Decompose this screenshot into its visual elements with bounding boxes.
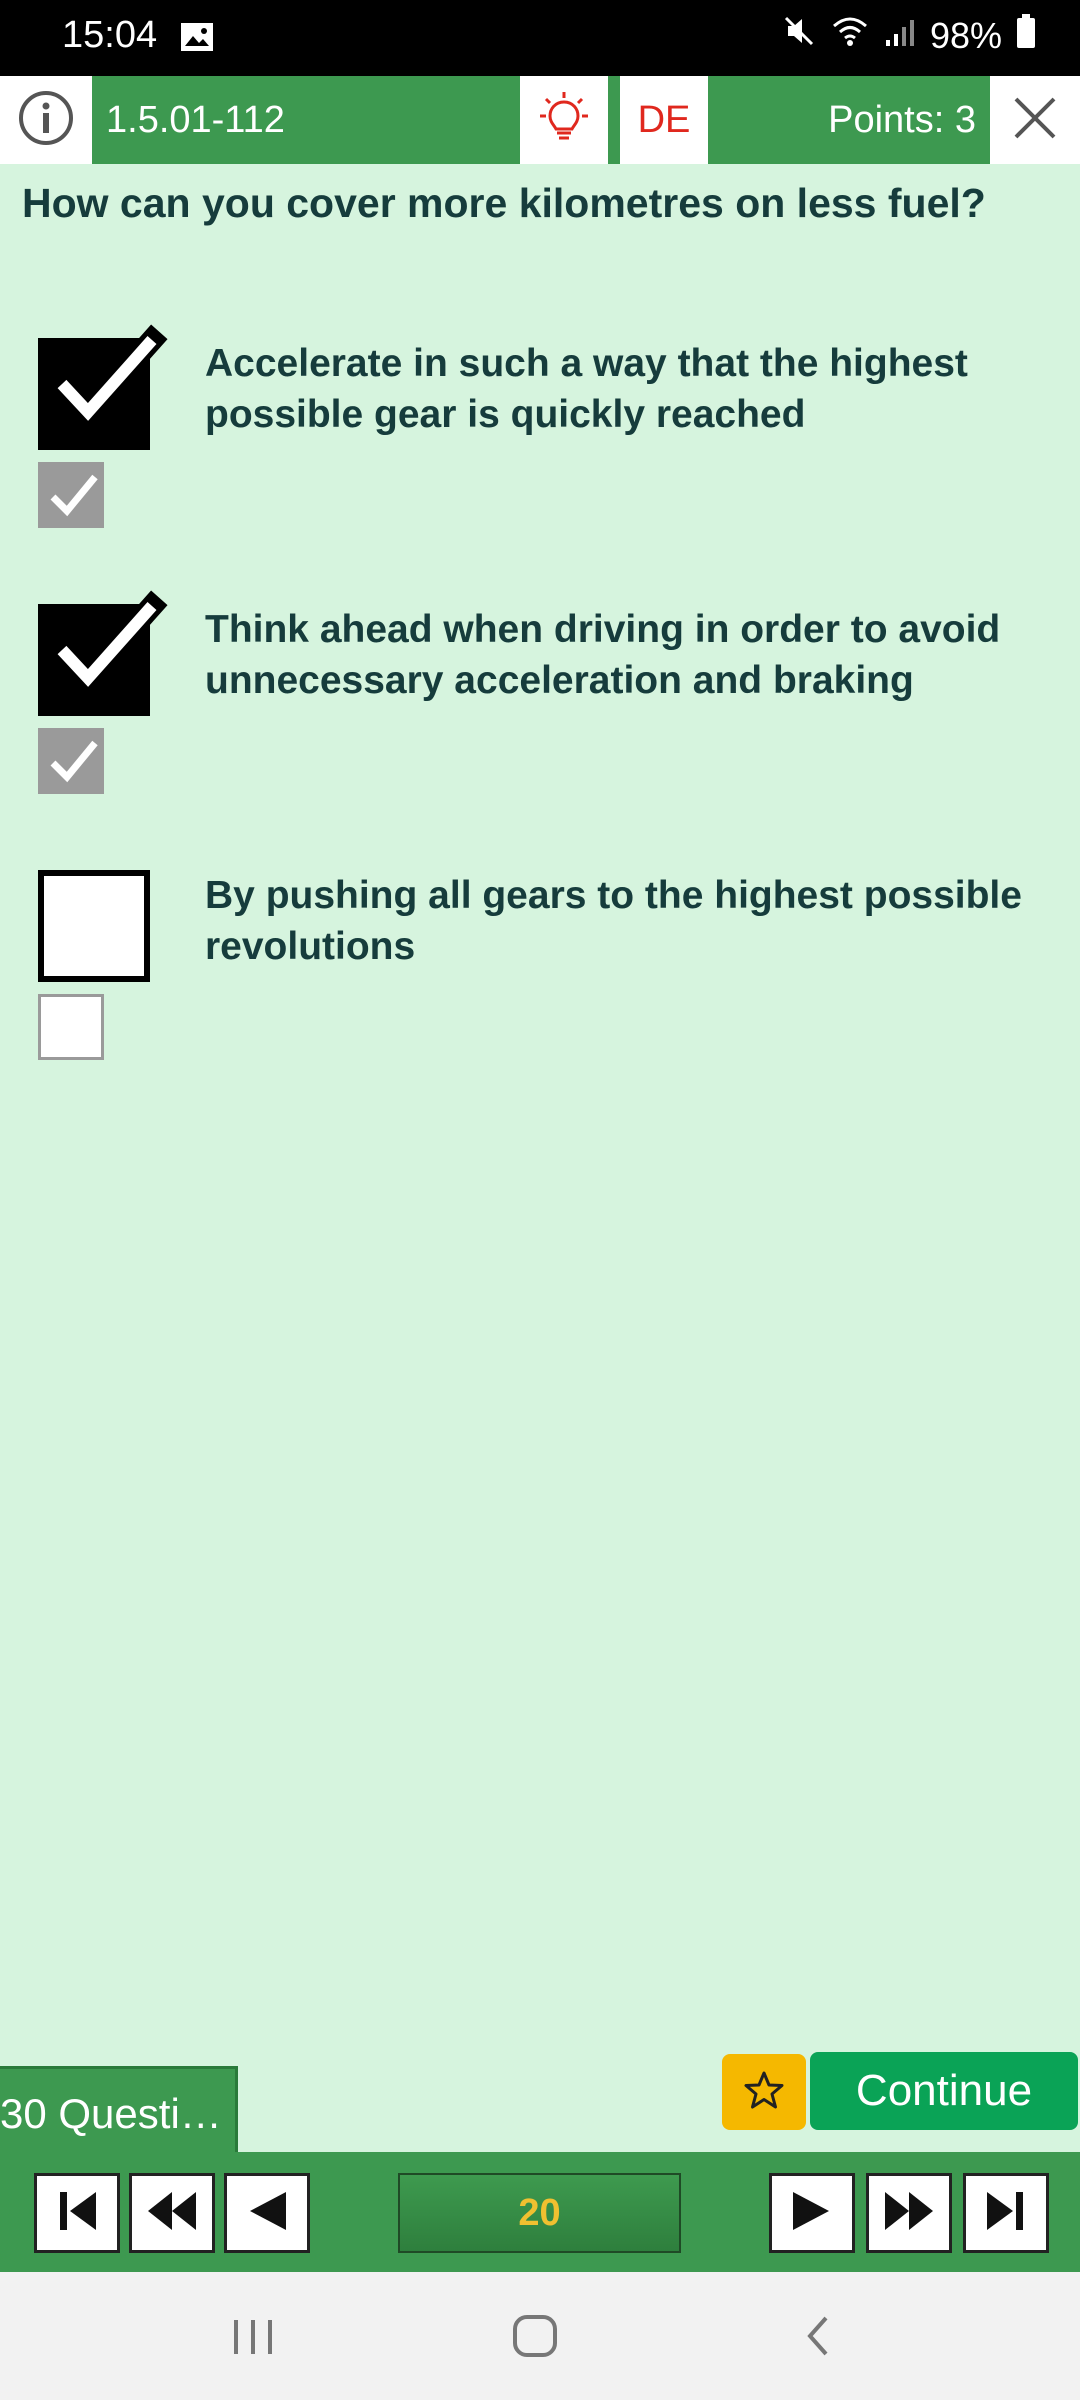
status-time: 15:04 xyxy=(62,14,158,56)
question-text: How can you cover more kilometres on les… xyxy=(22,180,986,226)
answer-checkbox[interactable] xyxy=(38,324,168,450)
current-question-number[interactable]: 20 xyxy=(398,2173,681,2253)
rewind-icon xyxy=(144,2186,200,2241)
solution-checkbox xyxy=(38,994,104,1060)
skip-to-first-icon xyxy=(52,2186,102,2241)
signal-icon xyxy=(884,15,916,57)
close-icon xyxy=(1012,95,1058,146)
answer-text: By pushing all gears to the highest poss… xyxy=(205,874,1022,968)
question-navigation: 20 xyxy=(0,2152,1080,2272)
system-navigation-bar xyxy=(0,2272,1080,2400)
info-icon xyxy=(16,88,76,153)
question-id: 1.5.01-112 xyxy=(92,76,520,164)
lightbulb-icon xyxy=(538,90,590,151)
answer-option-1[interactable]: Accelerate in such a way that the highes… xyxy=(0,324,1080,578)
battery-icon xyxy=(1016,14,1036,57)
answer-checkbox[interactable] xyxy=(38,590,168,716)
gallery-notification-icon xyxy=(180,22,214,57)
question-header: 1.5.01-112 DE Points: 3 xyxy=(0,76,1080,164)
next-question-button[interactable] xyxy=(769,2173,855,2253)
back-icon[interactable] xyxy=(798,2306,838,2371)
close-button[interactable] xyxy=(990,76,1080,164)
points-label: Points: 3 xyxy=(708,76,990,164)
recent-apps-icon[interactable] xyxy=(230,2306,276,2371)
previous-question-button[interactable] xyxy=(224,2173,310,2253)
status-bar: 15:04 98% xyxy=(0,0,1080,76)
hint-button[interactable] xyxy=(520,76,608,164)
continue-button[interactable]: Continue xyxy=(810,2052,1078,2130)
skip-to-last-icon xyxy=(981,2186,1031,2241)
header-separator xyxy=(608,76,620,164)
answer-option-2[interactable]: Think ahead when driving in order to avo… xyxy=(0,590,1080,844)
next-icon xyxy=(787,2186,837,2241)
last-question-button[interactable] xyxy=(963,2173,1049,2253)
answer-checkbox[interactable] xyxy=(38,870,150,982)
solution-checkbox xyxy=(38,728,104,794)
answer-text: Think ahead when driving in order to avo… xyxy=(205,608,1001,702)
star-icon xyxy=(744,2070,784,2115)
battery-percent: 98% xyxy=(929,14,1002,56)
first-question-button[interactable] xyxy=(34,2173,120,2253)
answer-text: Accelerate in such a way that the highes… xyxy=(205,342,968,436)
info-button[interactable] xyxy=(0,76,92,164)
previous-icon xyxy=(242,2186,292,2241)
wifi-icon xyxy=(830,14,870,57)
language-button[interactable]: DE xyxy=(620,76,708,164)
home-icon[interactable] xyxy=(510,2306,560,2371)
forward-ten-button[interactable] xyxy=(866,2173,952,2253)
question-set-tab[interactable]: 30 Questi… xyxy=(0,2066,238,2156)
fast-forward-icon xyxy=(881,2186,937,2241)
mute-icon xyxy=(782,14,816,57)
solution-checkbox xyxy=(38,462,104,528)
answer-option-3[interactable]: By pushing all gears to the highest poss… xyxy=(0,870,1080,1110)
bookmark-button[interactable] xyxy=(722,2054,806,2130)
back-ten-button[interactable] xyxy=(129,2173,215,2253)
